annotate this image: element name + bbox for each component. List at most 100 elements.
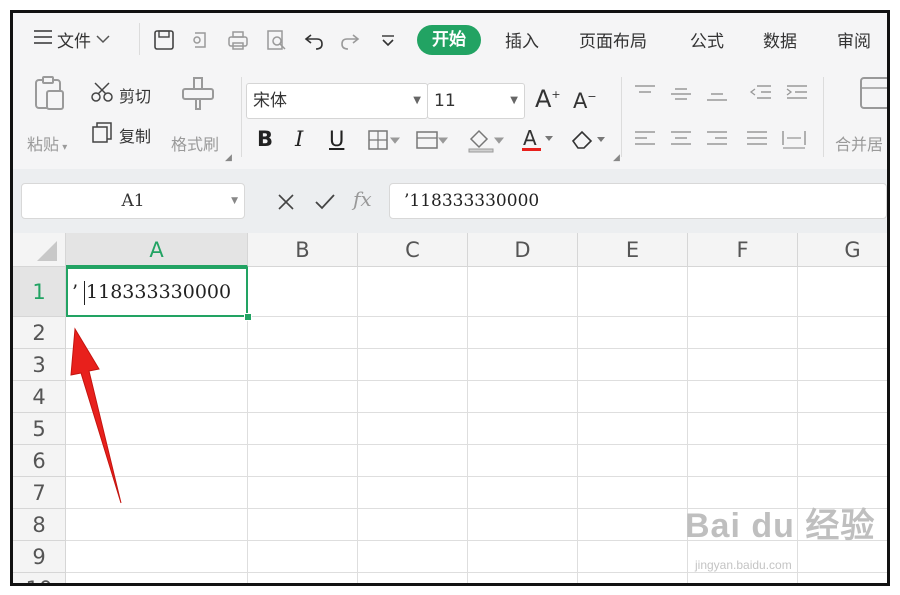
borders-icon[interactable] — [367, 129, 401, 155]
column-header-a[interactable]: A — [66, 233, 248, 267]
font-name-select[interactable]: 宋体 ▼ — [246, 83, 428, 119]
decrease-indent-icon[interactable] — [749, 83, 773, 107]
row-header-10[interactable]: 10 — [13, 573, 66, 583]
cell-a1[interactable]: ’ 118333330000 — [66, 267, 248, 317]
tab-insert[interactable]: 插入 — [505, 27, 539, 52]
column-header-c[interactable]: C — [358, 233, 468, 267]
merge-cells-icon — [859, 75, 887, 115]
name-box[interactable]: A1 ▼ — [21, 183, 245, 219]
distributed-align-icon[interactable] — [781, 129, 807, 153]
divider — [241, 77, 242, 157]
divider — [823, 77, 824, 157]
ribbon-home: 粘贴 ▾ 剪切 复制 格式刷 ◢ 宋体 ▼ 11 ▼ A+ A− B I U A… — [13, 65, 887, 169]
formula-input[interactable]: ’118333330000 — [389, 183, 887, 219]
gridline — [66, 476, 887, 477]
gridline — [66, 380, 887, 381]
font-launcher-icon[interactable]: ◢ — [613, 153, 620, 163]
bold-icon[interactable]: B — [257, 127, 273, 151]
hamburger-icon — [33, 29, 53, 50]
paste-label: 粘贴 — [27, 135, 60, 154]
align-center-icon[interactable] — [669, 129, 693, 153]
clear-format-icon[interactable] — [569, 127, 609, 155]
redo-icon[interactable] — [339, 29, 361, 51]
divider — [139, 23, 140, 55]
cell-a1-value: 118333330000 — [86, 281, 232, 303]
gridline — [66, 444, 887, 445]
column-header-g[interactable]: G — [798, 233, 887, 267]
cell-style-icon[interactable] — [415, 129, 449, 155]
copy-icon — [91, 121, 113, 147]
increase-font-size-icon[interactable]: A+ — [535, 85, 561, 113]
font-name-value: 宋体 — [253, 91, 287, 111]
increase-indent-icon[interactable] — [785, 83, 809, 107]
row-header-8[interactable]: 8 — [13, 509, 66, 541]
align-left-icon[interactable] — [633, 129, 657, 153]
gridline — [467, 267, 468, 583]
font-size-select[interactable]: 11 ▼ — [427, 83, 525, 119]
tab-formulas[interactable]: 公式 — [690, 27, 724, 52]
more-dropdown-icon[interactable] — [377, 29, 399, 51]
name-box-value: A1 — [121, 191, 145, 211]
paste-icon[interactable] — [33, 75, 67, 115]
file-menu-label: 文件 — [57, 32, 91, 52]
decrease-font-size-icon[interactable]: A− — [573, 89, 597, 113]
scissors-icon — [91, 81, 113, 107]
italic-icon[interactable]: I — [295, 127, 303, 151]
svg-text:A: A — [523, 126, 537, 150]
clipboard-launcher-icon[interactable]: ◢ — [225, 153, 232, 163]
select-all-corner[interactable] — [13, 233, 66, 267]
font-color-icon[interactable]: A — [521, 125, 557, 157]
chevron-down-icon: ▼ — [413, 95, 421, 106]
chevron-down-icon: ▼ — [231, 196, 238, 206]
tab-data[interactable]: 数据 — [763, 27, 797, 52]
gridline — [66, 572, 887, 573]
row-header-9[interactable]: 9 — [13, 541, 66, 573]
tab-home[interactable]: 开始 — [417, 25, 481, 55]
tab-page-layout[interactable]: 页面布局 — [579, 27, 647, 52]
chevron-down-icon: ▼ — [510, 95, 518, 106]
watermark-logo: Bai du 经验 — [685, 507, 876, 545]
column-header-e[interactable]: E — [578, 233, 688, 267]
menu-bar: 文件 开始 插入 页面布局 公式 数据 审阅 — [13, 13, 887, 65]
paste-button[interactable]: 粘贴 ▾ — [27, 131, 67, 155]
column-header-d[interactable]: D — [468, 233, 578, 267]
copy-button[interactable]: 复制 — [119, 123, 151, 147]
app-window: 文件 开始 插入 页面布局 公式 数据 审阅 粘贴 ▾ 剪切 复制 格式刷 ◢ … — [10, 10, 890, 586]
cut-button[interactable]: 剪切 — [119, 83, 151, 107]
file-menu-button[interactable]: 文件 — [33, 27, 111, 52]
align-bottom-icon[interactable] — [705, 83, 729, 107]
divider — [621, 77, 622, 157]
format-painter-icon — [179, 75, 217, 115]
insert-function-icon[interactable]: fx — [353, 187, 372, 211]
underline-icon[interactable]: U — [329, 127, 344, 151]
align-middle-icon[interactable] — [669, 83, 693, 107]
print-icon[interactable] — [227, 29, 249, 51]
tab-review[interactable]: 审阅 — [837, 27, 871, 52]
fill-handle[interactable] — [244, 313, 252, 321]
export-icon[interactable] — [189, 29, 211, 51]
align-right-icon[interactable] — [705, 129, 729, 153]
align-top-icon[interactable] — [633, 83, 657, 107]
text-cursor — [84, 281, 86, 305]
gridline — [577, 267, 578, 583]
gridline — [357, 267, 358, 583]
justify-icon[interactable] — [745, 129, 769, 153]
gridline — [66, 412, 887, 413]
font-size-value: 11 — [434, 91, 456, 111]
formula-bar: A1 ▼ fx ’118333330000 — [13, 169, 887, 233]
merge-center-button[interactable]: 合并居 — [835, 131, 883, 155]
row-header-1[interactable]: 1 — [13, 267, 66, 317]
annotation-arrow-icon — [70, 327, 122, 504]
confirm-icon[interactable] — [313, 191, 337, 217]
cancel-icon[interactable] — [275, 191, 297, 217]
column-header-b[interactable]: B — [248, 233, 358, 267]
gridline — [66, 348, 887, 349]
format-painter-button[interactable]: 格式刷 — [171, 131, 219, 155]
column-header-f[interactable]: F — [688, 233, 798, 267]
save-icon[interactable] — [153, 29, 175, 51]
print-preview-icon[interactable] — [265, 29, 287, 51]
apostrophe-prefix: ’ — [72, 281, 79, 303]
undo-icon[interactable] — [303, 29, 325, 51]
fill-color-icon[interactable] — [467, 127, 507, 157]
watermark-url: jingyan.baidu.com — [695, 558, 792, 572]
